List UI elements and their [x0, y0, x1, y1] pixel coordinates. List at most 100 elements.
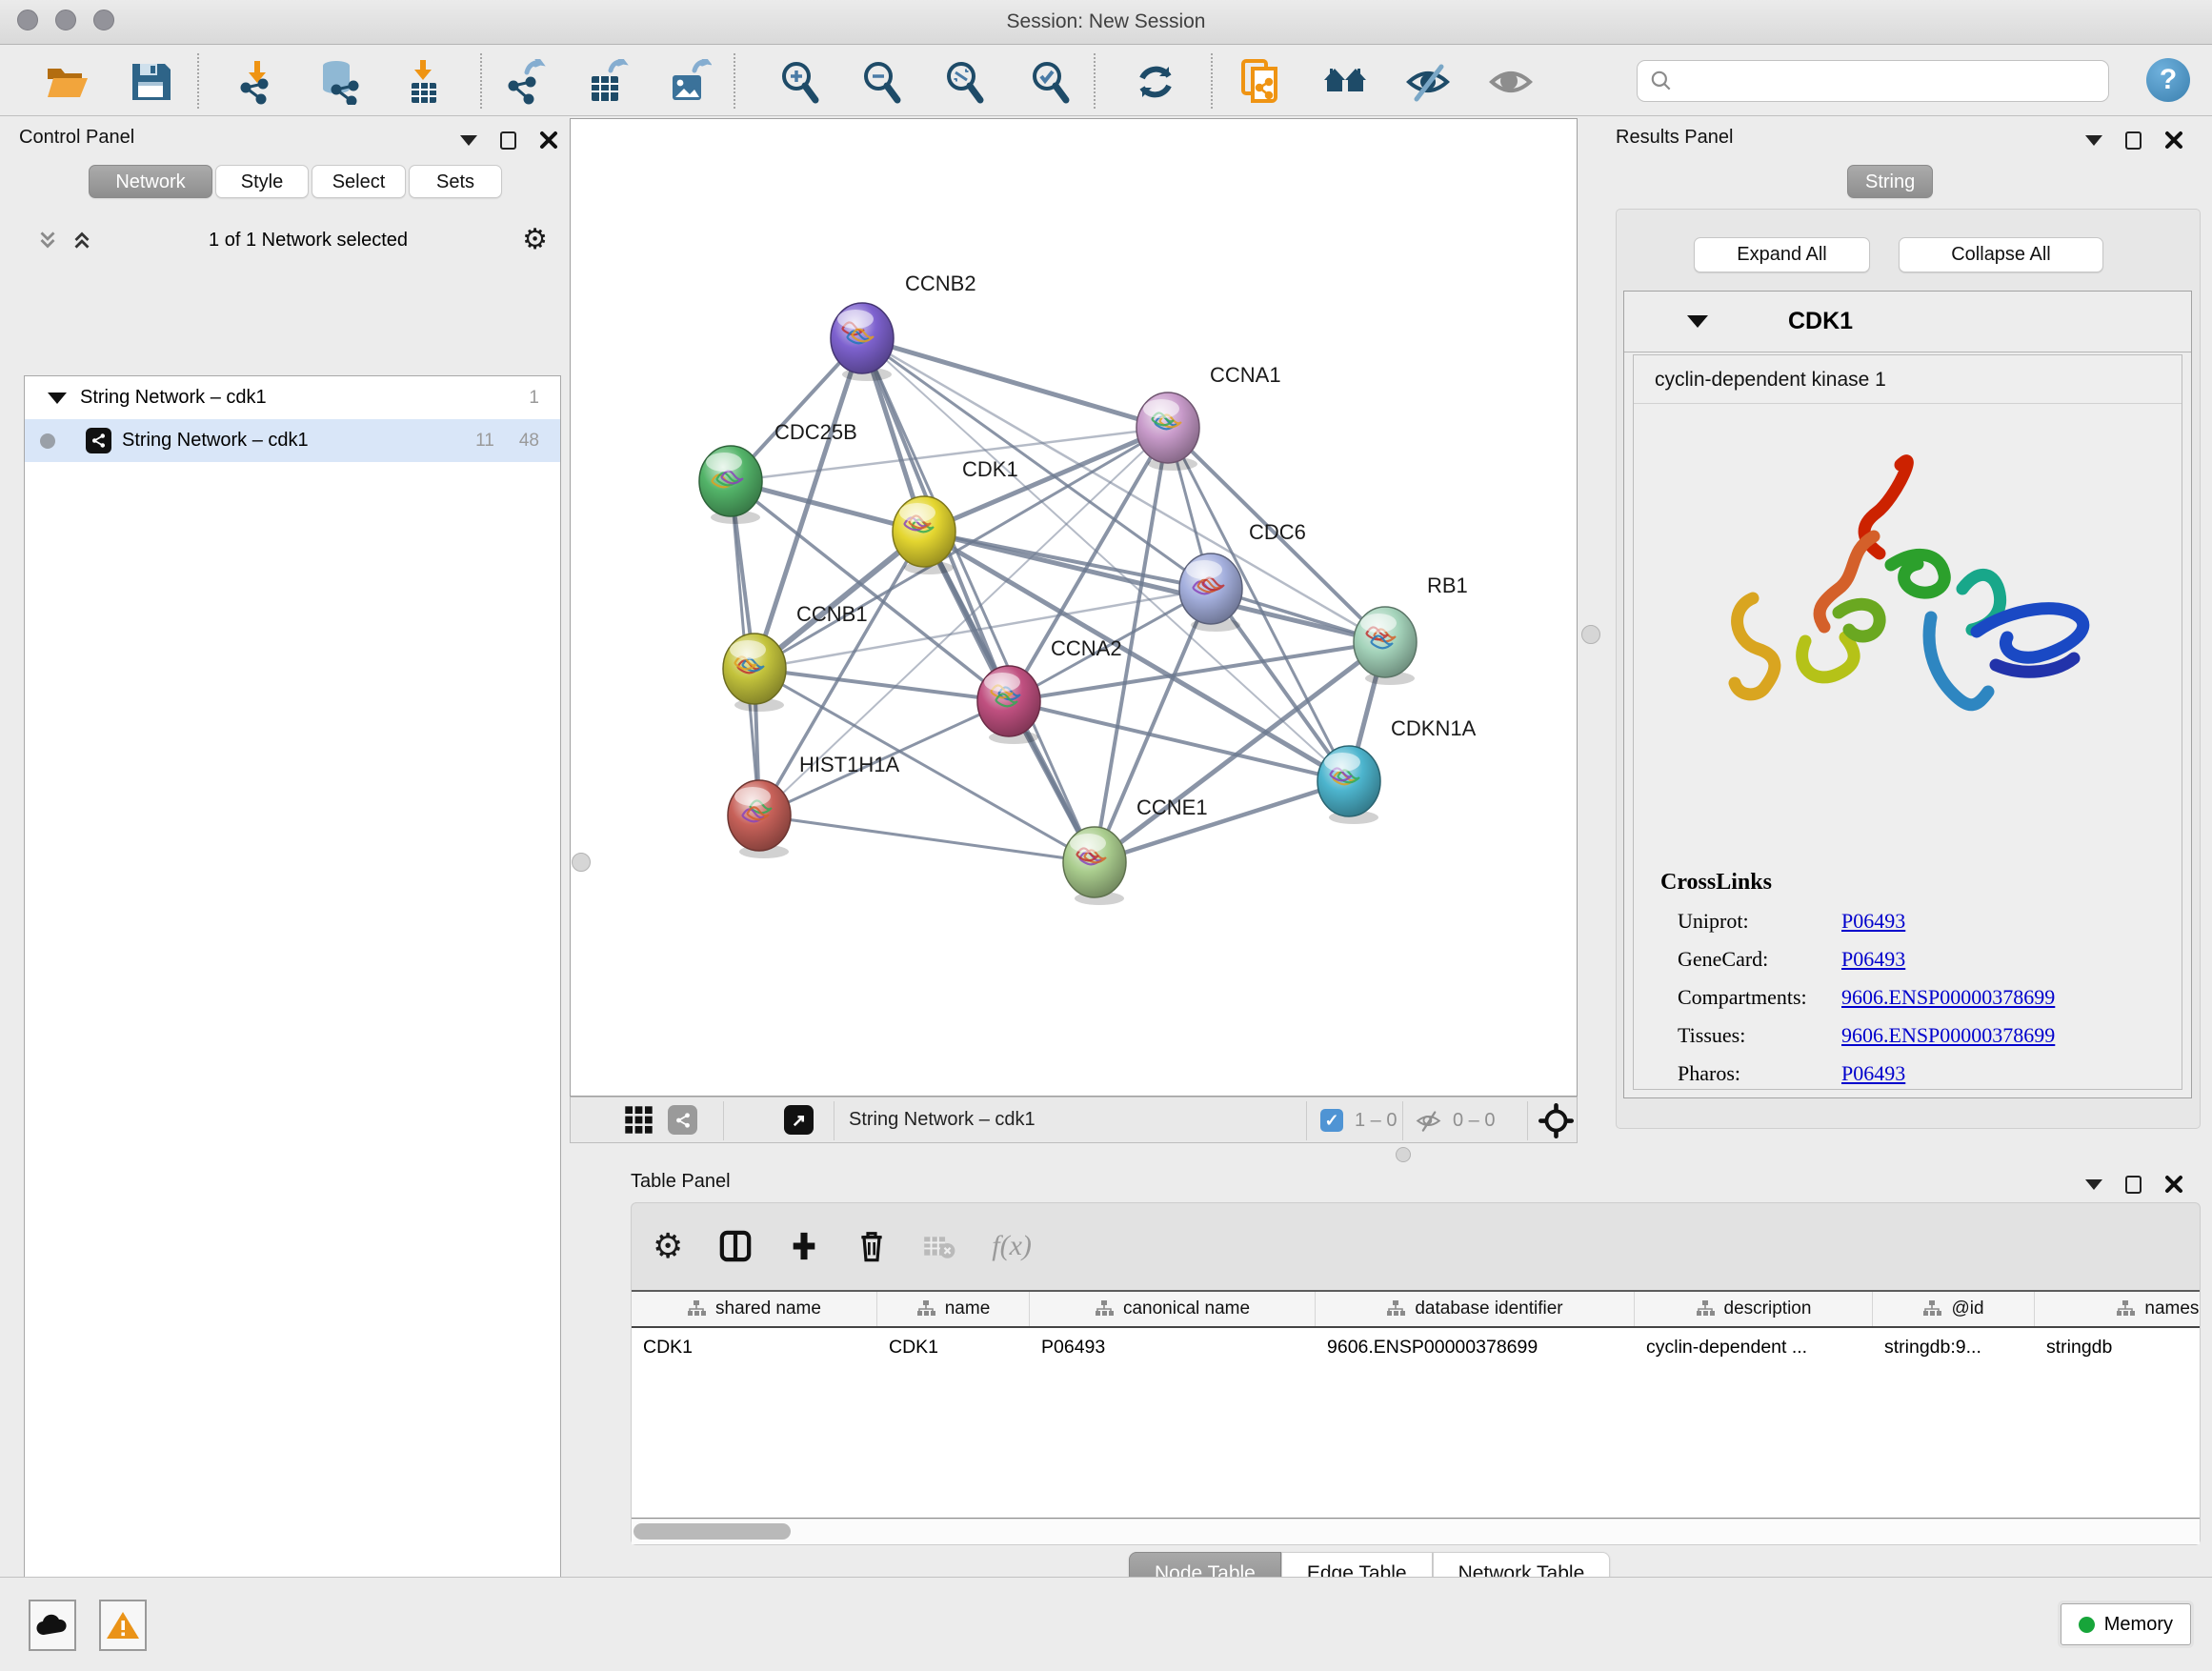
network-selection-status: 1 of 1 Network selected [94, 230, 522, 252]
show-columns-icon[interactable] [719, 1229, 752, 1263]
right-splitter-handle[interactable] [1581, 625, 1600, 644]
table-panel-menu-icon[interactable] [2085, 1179, 2102, 1190]
column-header-sharedname[interactable]: shared name [632, 1292, 877, 1326]
tab-string[interactable]: String [1847, 165, 1933, 198]
network-type-icon [86, 428, 111, 453]
node-label-CCNA2: CCNA2 [1051, 636, 1122, 660]
control-panel-float-icon[interactable] [500, 131, 516, 150]
import-network-database-icon[interactable] [315, 59, 361, 105]
table-cell[interactable]: stringdb [2035, 1328, 2200, 1368]
warnings-button[interactable] [99, 1600, 147, 1651]
delete-column-icon[interactable] [856, 1229, 887, 1263]
export-image-icon[interactable] [666, 59, 712, 105]
zoom-in-icon[interactable] [777, 59, 823, 105]
crosslink-genecard-link[interactable]: P06493 [1841, 947, 1905, 971]
function-builder-icon: f(x) [992, 1230, 1032, 1262]
network-options-gear-icon[interactable]: ⚙ [522, 226, 548, 254]
import-table-icon[interactable] [400, 59, 446, 105]
fit-selected-crosshair-icon[interactable] [1538, 1103, 1574, 1143]
control-panel-menu-icon[interactable] [460, 135, 477, 146]
table-cell[interactable]: CDK1 [632, 1328, 877, 1368]
tab-select[interactable]: Select [312, 165, 406, 198]
gene-description: cyclin-dependent kinase 1 [1634, 355, 2182, 404]
gene-collapse-icon[interactable] [1687, 315, 1708, 328]
column-header-description[interactable]: description [1635, 1292, 1873, 1326]
toolbar-separator [734, 53, 735, 109]
tab-network[interactable]: Network [89, 165, 212, 198]
export-network-icon[interactable] [502, 59, 548, 105]
column-header-namespace[interactable]: namespace [2035, 1292, 2200, 1326]
zoom-fit-icon[interactable] [942, 59, 988, 105]
network-label: String Network – cdk1 [122, 430, 475, 452]
network-graph[interactable]: CCNB2CCNA1CDC25BCDK1CDC6RB1CCNB1CCNA2CDK… [570, 118, 1578, 1097]
network-row-selected[interactable]: String Network – cdk1 11 48 [25, 419, 560, 462]
left-splitter-handle[interactable] [572, 853, 591, 872]
zoom-selected-icon[interactable] [1028, 59, 1074, 105]
edge-count: 48 [519, 431, 539, 452]
node-label-RB1: RB1 [1427, 574, 1468, 597]
scrollbar-thumb[interactable] [633, 1523, 791, 1540]
main-toolbar: ? [0, 46, 2212, 116]
selected-nodes-checkbox-icon[interactable]: ✓ [1320, 1109, 1343, 1132]
column-header-canonicalname[interactable]: canonical name [1030, 1292, 1316, 1326]
node-label-CDC25B: CDC25B [774, 420, 857, 444]
table-cell[interactable]: P06493 [1030, 1328, 1316, 1368]
birdseye-view-icon[interactable] [624, 1105, 654, 1139]
tab-sets[interactable]: Sets [409, 165, 502, 198]
column-header-id[interactable]: @id [1873, 1292, 2035, 1326]
save-session-icon[interactable] [128, 59, 173, 105]
string-home-icon[interactable] [1322, 59, 1368, 105]
table-panel-close-icon[interactable] [2164, 1175, 2183, 1194]
table-panel-title: Table Panel [631, 1171, 731, 1193]
table-cell[interactable]: CDK1 [877, 1328, 1030, 1368]
memory-button[interactable]: Memory [2061, 1603, 2191, 1645]
separator [1527, 1101, 1528, 1140]
results-panel-float-icon[interactable] [2125, 131, 2142, 150]
table-cell[interactable]: stringdb:9... [1873, 1328, 2035, 1368]
cloud-button[interactable] [29, 1600, 76, 1651]
title-bar: Session: New Session [0, 0, 2212, 45]
results-panel-close-icon[interactable] [2164, 131, 2183, 150]
network-share-icon[interactable] [668, 1105, 697, 1135]
column-header-name[interactable]: name [877, 1292, 1030, 1326]
toolbar-separator [1094, 53, 1096, 109]
node-table-container: ⚙ f(x) shared namenamecanonical namedata… [631, 1202, 2201, 1545]
table-cell[interactable]: 9606.ENSP00000378699 [1316, 1328, 1635, 1368]
network-collection-row[interactable]: String Network – cdk1 1 [25, 376, 560, 419]
crosslink-compartments-link[interactable]: 9606.ENSP00000378699 [1841, 985, 2055, 1009]
open-session-icon[interactable] [44, 59, 90, 105]
collapse-all-button[interactable]: Collapse All [1899, 237, 2103, 272]
crosslink-uniprot-link[interactable]: P06493 [1841, 909, 1905, 933]
open-in-window-icon[interactable] [784, 1105, 814, 1135]
add-column-icon[interactable] [788, 1230, 820, 1262]
apply-layout-icon[interactable] [1133, 59, 1178, 105]
crosslink-tissues-link[interactable]: 9606.ENSP00000378699 [1841, 1023, 2055, 1047]
column-header-databaseidentifier[interactable]: database identifier [1316, 1292, 1635, 1326]
network-status-dot [40, 433, 55, 449]
bottom-splitter-handle[interactable] [1396, 1147, 1411, 1162]
collapse-all-chevron-icon[interactable] [35, 228, 60, 252]
collection-expand-icon[interactable] [48, 393, 67, 404]
expand-all-chevron-icon[interactable] [70, 228, 94, 252]
zoom-out-icon[interactable] [859, 59, 905, 105]
clone-network-icon[interactable] [1237, 59, 1283, 105]
results-panel-menu-icon[interactable] [2085, 135, 2102, 146]
protein-structure-image [1662, 422, 2158, 841]
expand-all-button[interactable]: Expand All [1694, 237, 1870, 272]
toolbar-separator [480, 53, 482, 109]
table-cell[interactable]: cyclin-dependent ... [1635, 1328, 1873, 1368]
search-input[interactable] [1681, 70, 2108, 91]
table-panel-float-icon[interactable] [2125, 1176, 2142, 1194]
import-network-file-icon[interactable] [234, 59, 280, 105]
show-eye-icon[interactable] [1488, 59, 1534, 105]
tab-style[interactable]: Style [215, 165, 309, 198]
status-bar: Memory [0, 1577, 2212, 1671]
hide-panel-eye-icon[interactable] [1405, 59, 1451, 105]
help-button[interactable]: ? [2146, 58, 2190, 102]
crosslink-pharos-link[interactable]: P06493 [1841, 1061, 1905, 1085]
separator [723, 1101, 724, 1140]
crosslinks-heading: CrossLinks [1660, 870, 2055, 896]
control-panel-close-icon[interactable] [539, 131, 558, 150]
export-table-icon[interactable] [584, 59, 630, 105]
table-options-gear-icon[interactable]: ⚙ [653, 1229, 683, 1263]
